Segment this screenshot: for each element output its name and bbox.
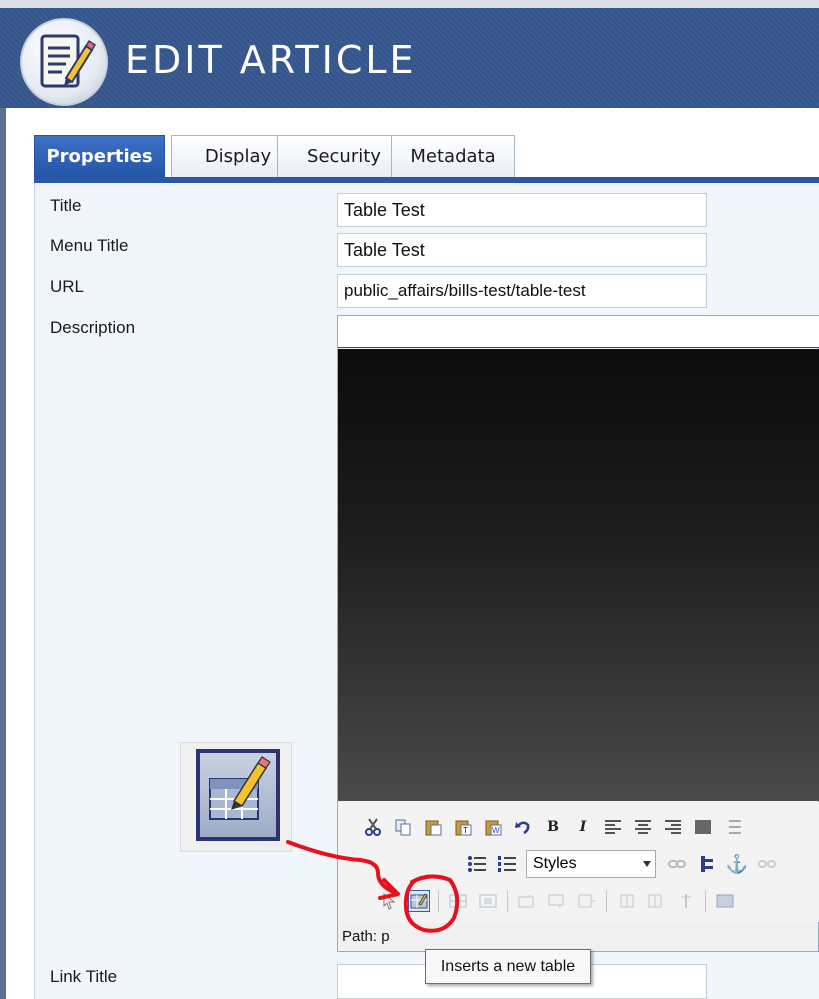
- numbered-list-icon[interactable]: [496, 853, 518, 875]
- table-icon: [209, 756, 271, 820]
- toolbar-row-3: + +: [378, 884, 744, 918]
- insert-col-before-icon[interactable]: [615, 890, 637, 912]
- paste-word-icon[interactable]: W: [482, 816, 504, 838]
- italic-icon[interactable]: I: [572, 816, 594, 838]
- table-icon: [410, 893, 428, 909]
- paste-icon[interactable]: [422, 816, 444, 838]
- paste-text-icon[interactable]: T: [452, 816, 474, 838]
- tab-metadata[interactable]: Metadata: [391, 135, 515, 177]
- toolbar-separator: [507, 890, 508, 912]
- unlink-icon[interactable]: [756, 853, 778, 875]
- svg-text:+: +: [528, 894, 532, 900]
- left-border: [0, 108, 6, 999]
- chevron-down-icon: [643, 861, 651, 867]
- page-header: EDIT ARTICLE: [0, 0, 819, 108]
- svg-text:T: T: [463, 826, 468, 835]
- link-icon[interactable]: [666, 853, 688, 875]
- styles-dropdown-value: Styles: [533, 855, 577, 872]
- insert-table-tooltip: Inserts a new table: [425, 949, 591, 984]
- align-right-icon[interactable]: [662, 816, 684, 838]
- toolbar-row-2: Styles ⚓: [466, 847, 786, 881]
- insert-table-button[interactable]: [408, 890, 430, 912]
- header-top-strip: [0, 0, 819, 8]
- delete-row-icon[interactable]: [576, 890, 598, 912]
- delete-col-icon[interactable]: [675, 890, 697, 912]
- insert-col-after-icon[interactable]: [645, 890, 667, 912]
- styles-dropdown[interactable]: Styles: [526, 850, 656, 878]
- cell-properties-icon[interactable]: [477, 890, 499, 912]
- svg-text:+: +: [558, 905, 562, 909]
- bold-icon[interactable]: B: [542, 816, 564, 838]
- toolbar-separator: [606, 890, 607, 912]
- cut-icon[interactable]: [362, 816, 384, 838]
- table-grid-icon[interactable]: [714, 890, 736, 912]
- title-field[interactable]: Table Test: [337, 193, 707, 227]
- editor-content-area[interactable]: [338, 349, 819, 801]
- tree-icon[interactable]: [696, 853, 718, 875]
- anchor-icon[interactable]: ⚓: [726, 853, 748, 875]
- align-left-icon[interactable]: [602, 816, 624, 838]
- toolbar-row-1: T W B I: [362, 810, 752, 844]
- menu-title-field[interactable]: Table Test: [337, 233, 707, 267]
- description-editor: T W B I Styles ⚓ + + Path: p: [337, 315, 819, 952]
- magnified-table-icon-frame: [196, 749, 280, 841]
- editor-path-status: Path: p: [342, 928, 390, 945]
- title-label: Title: [50, 196, 82, 215]
- bullet-list-icon[interactable]: [466, 853, 488, 875]
- tab-properties[interactable]: Properties: [34, 135, 165, 177]
- insert-row-after-icon[interactable]: +: [546, 890, 568, 912]
- undo-icon[interactable]: [512, 816, 534, 838]
- insert-row-before-icon[interactable]: +: [516, 890, 538, 912]
- svg-text:W: W: [492, 826, 500, 835]
- toolbar-separator: [705, 890, 706, 912]
- align-justify-icon[interactable]: [692, 816, 714, 838]
- description-label: Description: [50, 318, 136, 337]
- align-center-icon[interactable]: [632, 816, 654, 838]
- page-title: EDIT ARTICLE: [125, 38, 417, 82]
- editor-top-area[interactable]: [338, 316, 819, 348]
- article-edit-logo: [20, 18, 108, 106]
- copy-icon[interactable]: [392, 816, 414, 838]
- cursor-icon[interactable]: [378, 890, 400, 912]
- editor-toolbar: T W B I Styles ⚓ + +: [338, 802, 819, 922]
- url-label: URL: [50, 277, 85, 296]
- indent-icon[interactable]: [722, 816, 744, 838]
- toolbar-separator: [438, 890, 439, 912]
- link-title-label: Link Title: [50, 967, 118, 986]
- menu-title-label: Menu Title: [50, 236, 129, 255]
- document-pencil-icon: [40, 34, 96, 88]
- row-properties-icon[interactable]: [447, 890, 469, 912]
- url-field[interactable]: public_affairs/bills-test/table-test: [337, 274, 707, 308]
- magnified-table-icon: [180, 742, 292, 852]
